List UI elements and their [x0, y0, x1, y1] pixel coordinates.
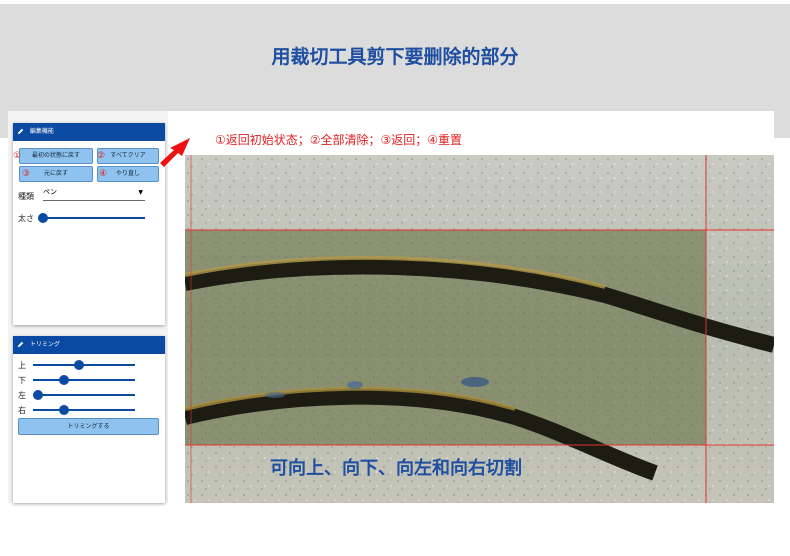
trim-left-slider[interactable]	[33, 390, 135, 400]
edit-panel-header: 編集機能	[13, 123, 165, 141]
red-arrow-icon	[160, 138, 190, 167]
type-select-value: ペン	[43, 188, 57, 196]
thickness-slider[interactable]	[38, 213, 145, 223]
undo-button[interactable]: 元に戻す	[19, 166, 93, 182]
editor-app: 編集機能 最初の状態に戻す すべてクリア 元に戻す やり直し ① ② ③ ④ 種…	[8, 111, 774, 503]
trim-right-slider[interactable]	[33, 405, 135, 415]
number-3: ③	[22, 169, 31, 179]
dropdown-caret-icon: ▼	[138, 189, 143, 196]
banner-title: 用裁切工具剪下要删除的部分	[271, 46, 519, 68]
clear-all-button[interactable]: すべてクリア	[97, 148, 159, 164]
trim-left-label: 左	[18, 391, 26, 400]
canvas-area[interactable]	[168, 111, 774, 503]
slider-knob[interactable]	[58, 375, 69, 385]
number-1: ①	[13, 151, 22, 161]
slider-track	[33, 379, 135, 381]
slider-knob[interactable]	[38, 213, 48, 223]
slider-track	[33, 409, 135, 411]
type-select[interactable]: ペン ▼	[43, 187, 145, 201]
trim-bottom-label: 下	[18, 376, 26, 385]
slider-track	[43, 217, 145, 219]
slider-track	[33, 394, 135, 396]
annotation-bottom: 可向上、向下、向左和向右切割	[270, 458, 522, 479]
pen-icon	[17, 341, 24, 348]
pen-icon	[17, 128, 24, 135]
trim-panel-title: トリミング	[29, 341, 60, 348]
trim-top-slider[interactable]	[33, 360, 135, 370]
cable-photo-image	[185, 155, 774, 503]
photo-canvas[interactable]	[185, 155, 774, 503]
trim-button[interactable]: トリミングする	[18, 418, 159, 435]
slider-knob[interactable]	[58, 405, 69, 415]
slider-knob[interactable]	[73, 360, 84, 370]
trim-bottom-slider[interactable]	[33, 375, 135, 385]
trim-panel: トリミング 上 下 左 右 トリミングする	[13, 336, 165, 503]
edit-panel-title: 編集機能	[29, 128, 54, 135]
type-label: 種類	[18, 192, 34, 201]
slider-knob[interactable]	[33, 390, 44, 400]
trim-panel-header: トリミング	[13, 336, 165, 354]
annotation-top: ①返回初始状态；②全部清除；③返回；④重置	[215, 133, 463, 147]
edit-panel: 編集機能 最初の状態に戻す すべてクリア 元に戻す やり直し ① ② ③ ④ 種…	[13, 123, 165, 325]
trim-right-label: 右	[18, 406, 26, 415]
number-4: ④	[99, 169, 108, 179]
slider-track	[33, 364, 135, 366]
number-2: ②	[97, 151, 106, 161]
trim-top-label: 上	[18, 361, 26, 370]
reset-initial-button[interactable]: 最初の状態に戻す	[19, 148, 93, 164]
thickness-label: 太さ	[18, 214, 34, 223]
